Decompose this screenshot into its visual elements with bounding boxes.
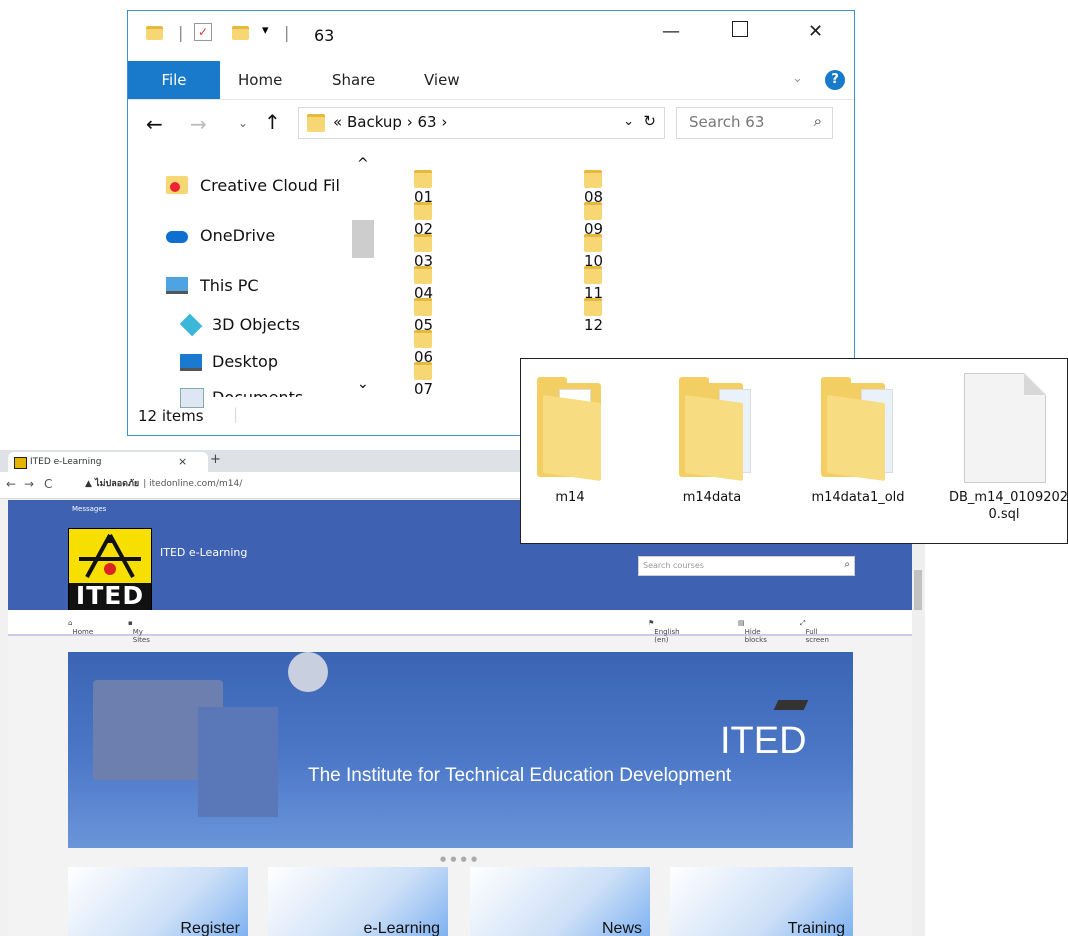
scroll-down-icon[interactable]: ⌄ <box>357 376 369 392</box>
scroll-thumb[interactable] <box>352 220 374 258</box>
tile-e-learning[interactable]: e-Learning <box>268 867 448 936</box>
up-arrow-icon[interactable]: ↑ <box>264 110 281 134</box>
graduation-cap-icon <box>773 700 809 710</box>
address-bar[interactable]: « Backup › 63 › ⌄ ↻ <box>298 107 665 139</box>
nav-onedrive[interactable]: OneDrive <box>200 226 275 245</box>
path-dropdown-icon[interactable]: ⌄ <box>623 114 634 129</box>
security-warning[interactable]: ▲ ไม่ปลอดภัย <box>85 479 139 489</box>
maximize-icon[interactable] <box>732 21 748 37</box>
url-text: itedonline.com/m14/ <box>149 479 243 489</box>
tile-news[interactable]: News <box>470 867 650 936</box>
file-label: m14 <box>555 490 585 505</box>
browser-tab[interactable]: ITED e-Learning × <box>8 452 208 472</box>
close-icon[interactable]: ✕ <box>808 21 823 42</box>
full-screen-button[interactable]: ⤢ Full screen <box>800 619 829 644</box>
site-name[interactable]: ITED e-Learning <box>160 546 247 559</box>
search-placeholder: Search 63 <box>689 113 765 131</box>
dragged-files-panel: m14 m14data m14data1_old DB_m14_0109202 … <box>520 358 1068 544</box>
minimize-icon[interactable]: — <box>662 21 680 42</box>
nav-my-sites[interactable]: ▪ My Sites <box>128 619 150 644</box>
address-bar-row: ← → ⌄ ↑ « Backup › 63 › ⌄ ↻ Search 63 ⌕ <box>128 99 854 151</box>
hide-blocks-button[interactable]: ▤ Hide blocks <box>738 619 767 644</box>
desktop-icon <box>180 354 202 371</box>
folder-icon[interactable] <box>537 377 607 482</box>
file-icon[interactable] <box>964 373 1046 483</box>
folder-item[interactable]: 12 <box>584 297 606 334</box>
file-label: m14data1_old <box>811 490 905 505</box>
nav-home[interactable]: ⌂ Home <box>68 619 93 636</box>
onedrive-cloud-icon <box>166 231 188 243</box>
site-favicon-icon <box>14 457 27 469</box>
tab-home[interactable]: Home <box>238 71 282 89</box>
url-bar[interactable]: ▲ ไม่ปลอดภัย | itedonline.com/m14/ <box>85 476 525 493</box>
banner-title: ITED <box>720 720 807 762</box>
separator: | <box>178 23 184 42</box>
file-label: m14data <box>682 490 742 505</box>
cube-icon <box>179 313 203 337</box>
scroll-up-icon[interactable]: ^ <box>357 156 369 172</box>
refresh-icon[interactable]: ↻ <box>643 112 656 130</box>
tab-share[interactable]: Share <box>332 71 375 89</box>
computer-icon <box>166 277 188 294</box>
tile-training[interactable]: Training <box>670 867 853 936</box>
reload-icon[interactable]: C <box>44 477 52 491</box>
navigation-pane: Creative Cloud Fil OneDrive This PC 3D O… <box>128 156 377 408</box>
course-search-input[interactable]: Search courses ⌕ <box>638 556 855 576</box>
help-icon[interactable]: ? <box>825 70 845 90</box>
nav-3d-objects[interactable]: 3D Objects <box>212 315 300 334</box>
title-bar[interactable]: | ✓ ▾ | 63 — ✕ <box>128 11 854 61</box>
search-icon[interactable]: ⌕ <box>844 559 850 570</box>
separator: | <box>284 23 290 42</box>
folder-item[interactable]: 07 <box>414 361 436 398</box>
website-viewport: Messages ITED ITED e-Learning Search cou… <box>8 500 912 936</box>
folder-icon[interactable] <box>821 377 893 482</box>
logo-text: ITED <box>75 581 145 610</box>
folder-icon <box>307 114 325 132</box>
nav-scrollbar[interactable]: ^ ⌄ <box>351 156 375 401</box>
logo-emblem <box>69 529 151 583</box>
tab-view[interactable]: View <box>424 71 460 89</box>
calculator-illustration <box>198 707 278 817</box>
new-folder-icon[interactable] <box>232 25 249 44</box>
nav-creative-cloud[interactable]: Creative Cloud Fil <box>200 176 340 195</box>
tile-register[interactable]: Register <box>68 867 248 936</box>
tab-close-icon[interactable]: × <box>178 455 187 468</box>
creative-cloud-icon <box>166 176 188 194</box>
file-label: DB_m14_0109202 0.sql <box>949 490 1068 522</box>
pie-chart-illustration <box>288 652 328 692</box>
window-title: 63 <box>314 26 335 45</box>
search-input[interactable]: Search 63 ⌕ <box>676 107 833 139</box>
forward-arrow-icon[interactable]: → <box>24 477 34 491</box>
nav-this-pc[interactable]: This PC <box>200 276 259 295</box>
new-tab-button[interactable]: + <box>210 452 221 467</box>
folder-icon[interactable] <box>679 377 751 482</box>
folder-icon <box>146 25 163 44</box>
messages-link[interactable]: Messages <box>72 505 106 513</box>
scroll-thumb[interactable] <box>914 570 922 610</box>
ribbon-tabs: File Home Share View ⌄ ? <box>128 61 854 100</box>
banner-subtitle: The Institute for Technical Education De… <box>308 765 732 786</box>
nav-desktop[interactable]: Desktop <box>212 352 278 371</box>
back-arrow-icon[interactable]: ← <box>146 112 163 136</box>
browser-scrollbar[interactable] <box>912 500 924 936</box>
properties-icon[interactable]: ✓ <box>194 23 212 41</box>
ited-logo[interactable]: ITED <box>68 528 152 612</box>
hero-banner[interactable]: ITED The Institute for Technical Educati… <box>68 652 853 848</box>
forward-arrow-icon[interactable]: → <box>190 112 207 136</box>
tab-file[interactable]: File <box>128 61 220 99</box>
item-count: 12 items <box>138 407 204 425</box>
language-menu[interactable]: ⚑ English (en) <box>648 619 680 644</box>
course-search-placeholder: Search courses <box>643 561 704 570</box>
customize-toolbar-icon[interactable]: ▾ <box>262 23 269 38</box>
tab-title: ITED e-Learning <box>30 457 102 467</box>
separator: | <box>233 405 239 423</box>
expand-ribbon-icon[interactable]: ⌄ <box>792 71 803 86</box>
search-icon[interactable]: ⌕ <box>814 112 822 130</box>
nav-documents[interactable]: Documents <box>212 388 303 397</box>
site-navbar: ⌂ Home ▪ My Sites ⚑ English (en) ▤ Hide … <box>8 610 912 644</box>
back-arrow-icon[interactable]: ← <box>6 477 16 491</box>
carousel-dots[interactable]: ● ● ● ● <box>440 855 478 863</box>
recent-locations-icon[interactable]: ⌄ <box>238 116 248 130</box>
breadcrumb[interactable]: « Backup › 63 › <box>333 113 447 131</box>
